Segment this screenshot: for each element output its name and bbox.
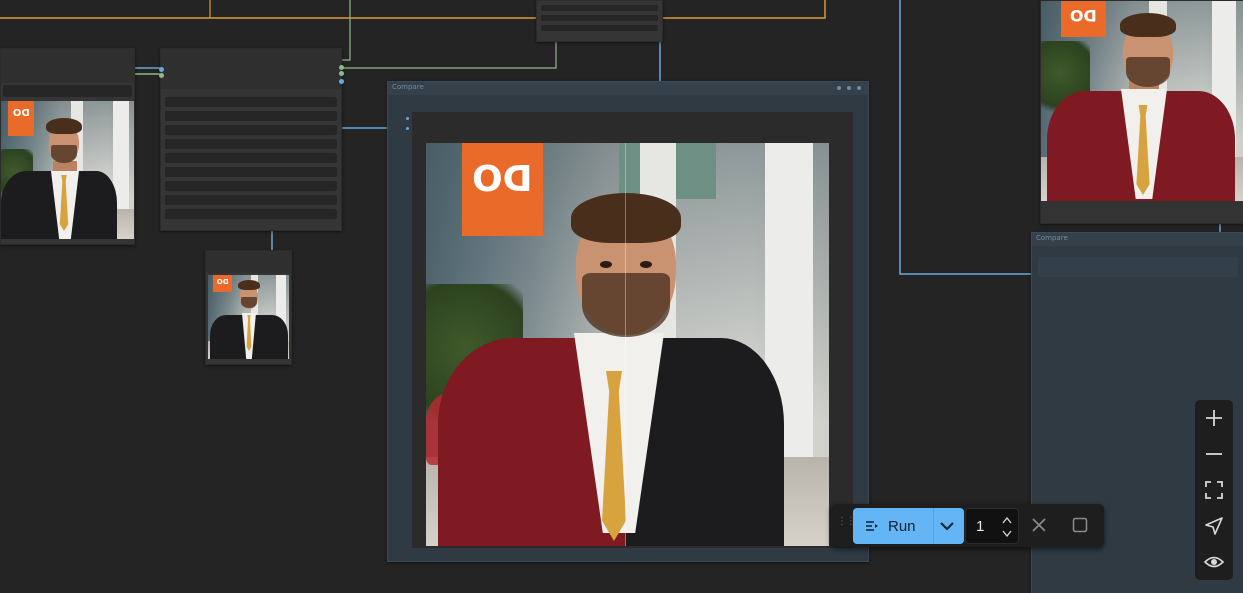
node-top-center[interactable] [536,0,663,42]
eye-icon[interactable] [857,86,861,90]
banner-text: DO [12,105,30,117]
input-socket[interactable] [406,127,409,130]
node-widget[interactable] [165,97,337,107]
collapse-icon[interactable] [837,86,841,90]
node-widget[interactable] [3,85,132,97]
node-widget[interactable] [165,209,337,219]
node-settings[interactable] [159,48,344,231]
close-icon[interactable] [1030,516,1048,534]
input-socket[interactable] [406,117,409,120]
batch-count-input[interactable]: 1 [965,508,1019,544]
banner-text: DO [216,277,229,286]
node-header[interactable] [388,82,868,95]
node-widget[interactable] [165,167,337,177]
node-widget[interactable] [541,25,658,31]
input-socket[interactable] [159,73,164,78]
node-widget[interactable] [541,15,658,21]
play-queue-icon [866,521,878,531]
node-preview-small[interactable]: DO [205,250,292,365]
pin-icon[interactable] [847,86,851,90]
banner-text: DO [472,155,533,197]
plus-icon[interactable] [1204,408,1224,428]
node-canvas[interactable]: DO DO Compare DO DO Compare ⋮⋮ Run 1 [0,0,1243,593]
node-title: Compare [1036,234,1068,242]
fit-view-icon[interactable] [1204,480,1224,500]
output-socket[interactable] [339,79,344,84]
banner-text: DO [1070,6,1098,26]
image-preview: DO [208,275,289,359]
image-preview: DO [1041,1,1243,201]
batch-count-value: 1 [976,518,985,535]
navigate-icon[interactable] [1204,516,1224,536]
node-widget[interactable] [165,139,337,149]
node-compare-main[interactable]: Compare DO [387,81,869,562]
node-widget[interactable] [165,195,337,205]
compare-split-line[interactable] [625,143,627,546]
node-header[interactable] [206,251,291,273]
minus-icon[interactable] [1204,444,1224,464]
chevron-down-icon[interactable] [939,519,955,533]
node-widget[interactable] [165,125,337,135]
output-socket[interactable] [339,71,344,76]
image-preview: DO [1,101,134,239]
node-header[interactable] [161,49,341,89]
node-widget[interactable] [165,111,337,121]
node-title: Compare [392,83,424,91]
node-widget[interactable] [165,153,337,163]
node-header[interactable] [1,49,134,83]
output-socket[interactable] [339,65,344,70]
stop-icon[interactable] [1071,516,1089,534]
stepper-icon[interactable] [1002,515,1012,539]
node-image-left[interactable]: DO [0,48,135,245]
compare-image[interactable]: DO [426,143,829,546]
node-widget[interactable] [541,5,658,11]
run-button[interactable]: Run [853,508,964,544]
run-label: Run [888,517,916,535]
node-image-right[interactable]: DO [1040,0,1243,224]
run-toolbar: ⋮⋮ Run 1 [831,504,1104,547]
eye-icon[interactable] [1204,552,1224,572]
drag-handle-icon[interactable]: ⋮⋮ [837,517,856,533]
input-socket[interactable] [159,67,164,72]
node-widget[interactable] [1038,257,1238,277]
node-widget[interactable] [165,181,337,191]
zoom-controls [1195,400,1233,580]
